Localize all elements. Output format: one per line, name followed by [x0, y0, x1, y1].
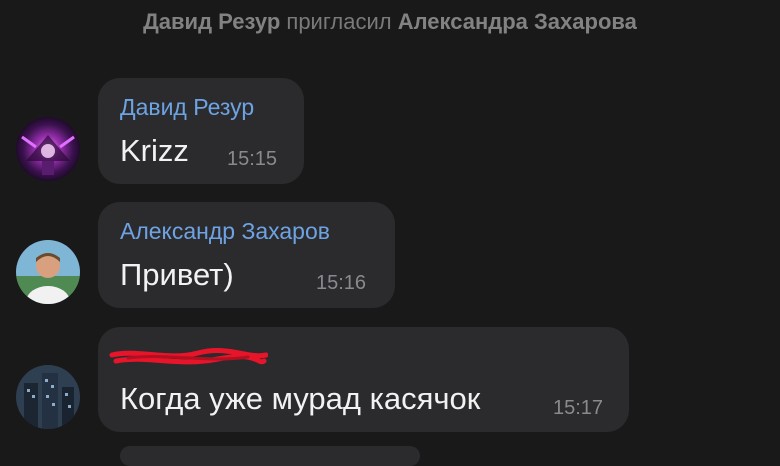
- message-bubble[interactable]: Когда уже мурад касячок 15:17: [98, 327, 629, 432]
- avatar[interactable]: [16, 240, 80, 304]
- service-actor[interactable]: Давид Резур: [143, 9, 280, 34]
- message-time: 15:16: [316, 272, 367, 294]
- message-time: 15:15: [227, 148, 278, 170]
- sender-name[interactable]: Давид Резур: [120, 94, 254, 121]
- service-message: Давид Резур пригласил Александра Захаров…: [0, 9, 780, 35]
- avatar[interactable]: [16, 117, 80, 181]
- message-bubble[interactable]: Александр Захаров Привет) 15:16: [98, 202, 395, 308]
- service-target[interactable]: Александра Захарова: [398, 9, 637, 34]
- avatar[interactable]: [16, 365, 80, 429]
- person-photo-avatar-icon: [16, 240, 80, 304]
- message-text: Krizz: [120, 133, 189, 168]
- message-time: 15:17: [553, 397, 604, 419]
- message-text: Привет): [120, 257, 234, 292]
- redacted-sender-scribble: [109, 347, 268, 365]
- service-action: пригласил: [286, 9, 392, 34]
- message-bubble-partial: [120, 446, 420, 466]
- sender-name[interactable]: Александр Захаров: [120, 218, 330, 245]
- purple-abstract-avatar-icon: [16, 117, 80, 181]
- message-bubble[interactable]: Давид Резур Krizz 15:15: [98, 78, 304, 184]
- city-night-avatar-icon: [16, 365, 80, 429]
- message-text: Когда уже мурад касячок: [120, 381, 481, 416]
